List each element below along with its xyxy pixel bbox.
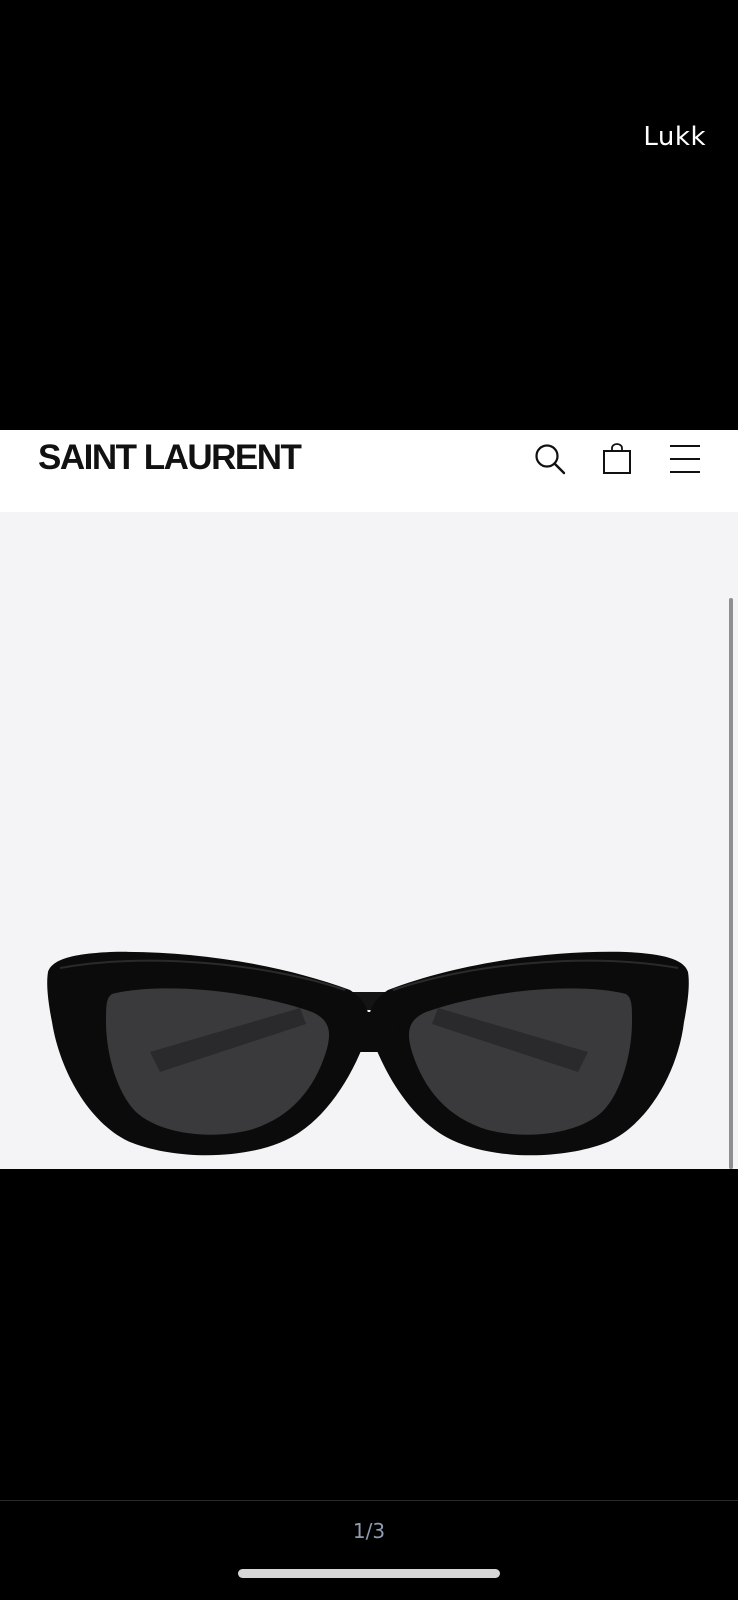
scrollbar xyxy=(729,598,733,1169)
close-button[interactable]: Lukk xyxy=(643,122,706,152)
viewer-bottom-bar: 1/3 xyxy=(0,1500,738,1600)
home-indicator[interactable] xyxy=(238,1569,500,1578)
shopping-bag-icon xyxy=(600,442,634,476)
page-counter: 1/3 xyxy=(352,1519,386,1543)
site-header: SAINT LAURENT xyxy=(0,430,738,512)
image-viewer: Lukk SAINT LAURENT 1/3 xyxy=(0,0,738,1600)
search-icon xyxy=(533,442,567,476)
brand-logo: SAINT LAURENT xyxy=(38,438,302,477)
menu-icon xyxy=(668,442,702,476)
sunglasses-product-image xyxy=(0,512,738,1169)
shared-screenshot[interactable]: SAINT LAURENT xyxy=(0,430,738,1169)
